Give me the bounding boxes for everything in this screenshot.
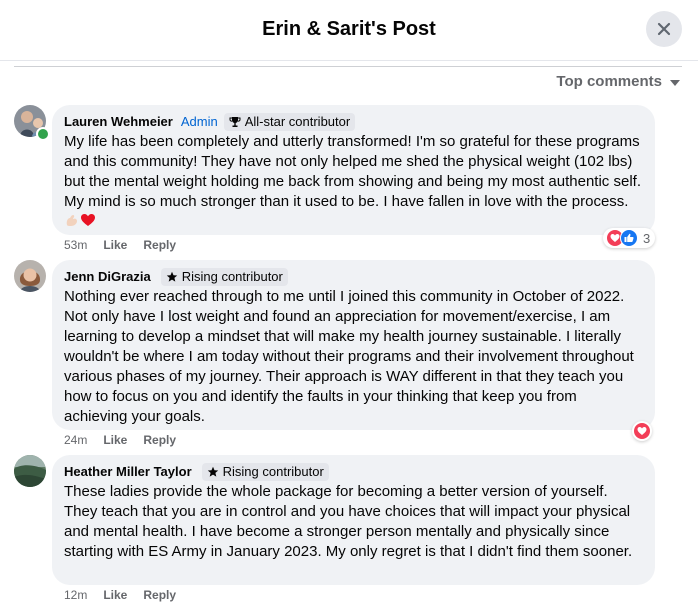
online-status-indicator: [36, 127, 50, 141]
star-icon: [207, 466, 218, 477]
commenter-name[interactable]: Jenn DiGrazia: [64, 268, 151, 286]
dialog-header: Erin & Sarit's Post: [0, 0, 698, 61]
love-reaction-icon: [633, 422, 651, 440]
reaction-summary[interactable]: [632, 421, 652, 441]
red-heart-emoji: [80, 212, 96, 234]
reply-button[interactable]: Reply: [143, 432, 176, 448]
close-button[interactable]: [646, 11, 682, 47]
sort-label: Top comments: [556, 73, 662, 90]
avatar[interactable]: [14, 105, 50, 141]
star-icon: [166, 271, 177, 282]
reply-button[interactable]: Reply: [143, 237, 176, 253]
comment-actions: 12m Like Reply: [64, 587, 176, 603]
avatar[interactable]: [14, 260, 46, 292]
post-title: Erin & Sarit's Post: [262, 18, 436, 40]
comment-actions: 24m Like Reply: [64, 432, 176, 448]
badge-label: Rising contributor: [222, 464, 324, 479]
comment-time[interactable]: 24m: [64, 432, 87, 448]
commenter-name[interactable]: Heather Miller Taylor: [64, 463, 192, 481]
like-reaction-icon: [620, 229, 638, 247]
divider: [14, 66, 682, 67]
comment-text-content: My life has been completely and utterly …: [64, 133, 641, 210]
contributor-badge[interactable]: All-star contributor: [223, 113, 356, 131]
trophy-icon: [229, 117, 241, 127]
like-button[interactable]: Like: [103, 587, 127, 603]
like-button[interactable]: Like: [103, 432, 127, 448]
comment-text: My life has been completely and utterly …: [64, 132, 643, 234]
contributor-badge[interactable]: Rising contributor: [160, 268, 288, 286]
avatar[interactable]: [14, 455, 46, 487]
comment-time[interactable]: 53m: [64, 237, 87, 253]
commenter-name[interactable]: Lauren Wehmeier: [64, 113, 173, 131]
like-button[interactable]: Like: [103, 237, 127, 253]
reaction-summary[interactable]: 3: [603, 228, 656, 248]
comment-bubble: Jenn DiGrazia Rising contributor Nothing…: [52, 260, 655, 430]
close-icon: [657, 22, 671, 36]
comment-time[interactable]: 12m: [64, 587, 87, 603]
flexed-arm-emoji: [64, 212, 80, 234]
contributor-badge[interactable]: Rising contributor: [201, 463, 329, 481]
comment-text: These ladies provide the whole package f…: [64, 483, 633, 560]
comment-bubble: Lauren Wehmeier Admin All-star contribut…: [52, 105, 655, 235]
comment-text: Nothing ever reached through to me until…: [64, 288, 634, 425]
sort-dropdown[interactable]: Top comments: [556, 73, 680, 90]
badge-label: Rising contributor: [181, 269, 283, 284]
chevron-down-icon: [670, 79, 680, 86]
admin-label: Admin: [180, 114, 218, 129]
comment-actions: 53m Like Reply: [64, 237, 176, 253]
reply-button[interactable]: Reply: [143, 587, 176, 603]
badge-label: All-star contributor: [244, 114, 351, 129]
comment-bubble: Heather Miller Taylor Rising contributor…: [52, 455, 655, 585]
reaction-count: 3: [643, 230, 651, 246]
